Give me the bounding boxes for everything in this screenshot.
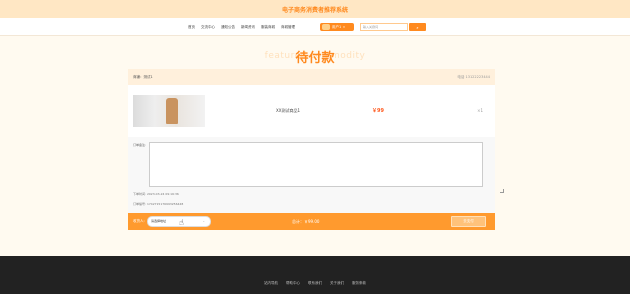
shop-bar: 商铺：测试1 电话 13122223444 — [128, 69, 495, 85]
order-item: XX测试商品1 ￥99 ×1 — [128, 85, 495, 137]
address-select-value: 请选择地址 — [151, 219, 167, 223]
nav-item-forum[interactable]: 交流中心 — [201, 25, 215, 30]
nav-items: 首页 交流中心 通知公告 新闻资讯 服装商城 商城管理 — [188, 25, 295, 30]
footer-link-contact[interactable]: 联系我们 — [308, 281, 322, 286]
shop-name: 商铺：测试1 — [133, 75, 153, 79]
nav-item-news[interactable]: 新闻资讯 — [241, 25, 255, 30]
resize-handle[interactable] — [500, 189, 504, 193]
footer-links: 站内导航 帮助中心 联系我们 关于我们 服务条款 — [0, 281, 630, 286]
order-number: 订单编号: 1742715176993256448 — [133, 202, 184, 206]
product-figure — [166, 98, 178, 124]
search-icon: ⌕ — [416, 24, 419, 30]
user-label: 用户1 — [332, 24, 342, 29]
shop-phone: 电话 13122223444 — [457, 75, 490, 79]
chevron-down-icon: ⌄ — [202, 219, 205, 223]
order-created-time: 下单时间: 2023-03-24 09:16:36 — [133, 192, 179, 196]
product-image[interactable] — [133, 95, 205, 127]
user-menu[interactable]: 用户1 ▾ — [320, 23, 354, 31]
top-banner: 电子商务消费者推荐系统 — [0, 0, 630, 18]
page-title: 待付款 — [295, 51, 335, 66]
remark-label: 订单备注: — [133, 143, 147, 147]
nav-item-shop-manage[interactable]: 商城管理 — [281, 25, 295, 30]
address-label: 收货人: — [133, 219, 145, 223]
footer: 站内导航 帮助中心 联系我们 关于我们 服务条款 — [0, 256, 630, 294]
avatar — [322, 24, 330, 30]
site-title: 电子商务消费者推荐系统 — [281, 7, 348, 14]
remark-section: 订单备注: 下单时间: 2023-03-24 09:16:36 订单编号: 17… — [128, 137, 504, 213]
footer-link-about[interactable]: 关于我们 — [330, 281, 344, 286]
hand-cursor-icon: ☝ — [179, 218, 184, 227]
search-button[interactable]: ⌕ — [409, 23, 426, 31]
product-price: ￥99 — [372, 108, 384, 114]
nav-item-notice[interactable]: 通知公告 — [221, 25, 235, 30]
product-name[interactable]: XX测试商品1 — [276, 108, 300, 114]
page-title-area: featured commodity 待付款 — [0, 46, 630, 66]
search-input[interactable]: 输入关键词 — [360, 23, 408, 31]
chevron-down-icon: ▾ — [343, 25, 345, 29]
pay-button[interactable]: 去支付 — [451, 216, 486, 227]
footer-link-help[interactable]: 帮助中心 — [286, 281, 300, 286]
footer-link-terms[interactable]: 服务条款 — [352, 281, 366, 286]
remark-textarea[interactable] — [149, 142, 504, 193]
order-total: 总计：￥99.00 — [292, 219, 320, 224]
checkout-bar: 收货人: 请选择地址 ⌄ ☝ 总计：￥99.00 去支付 — [128, 213, 495, 230]
product-quantity: ×1 — [477, 108, 483, 113]
nav-item-shop[interactable]: 服装商城 — [261, 25, 275, 30]
main-nav: 首页 交流中心 通知公告 新闻资讯 服装商城 商城管理 用户1 ▾ 输入关键词 … — [0, 18, 630, 36]
footer-link-nav[interactable]: 站内导航 — [264, 281, 278, 286]
nav-item-home[interactable]: 首页 — [188, 25, 195, 30]
